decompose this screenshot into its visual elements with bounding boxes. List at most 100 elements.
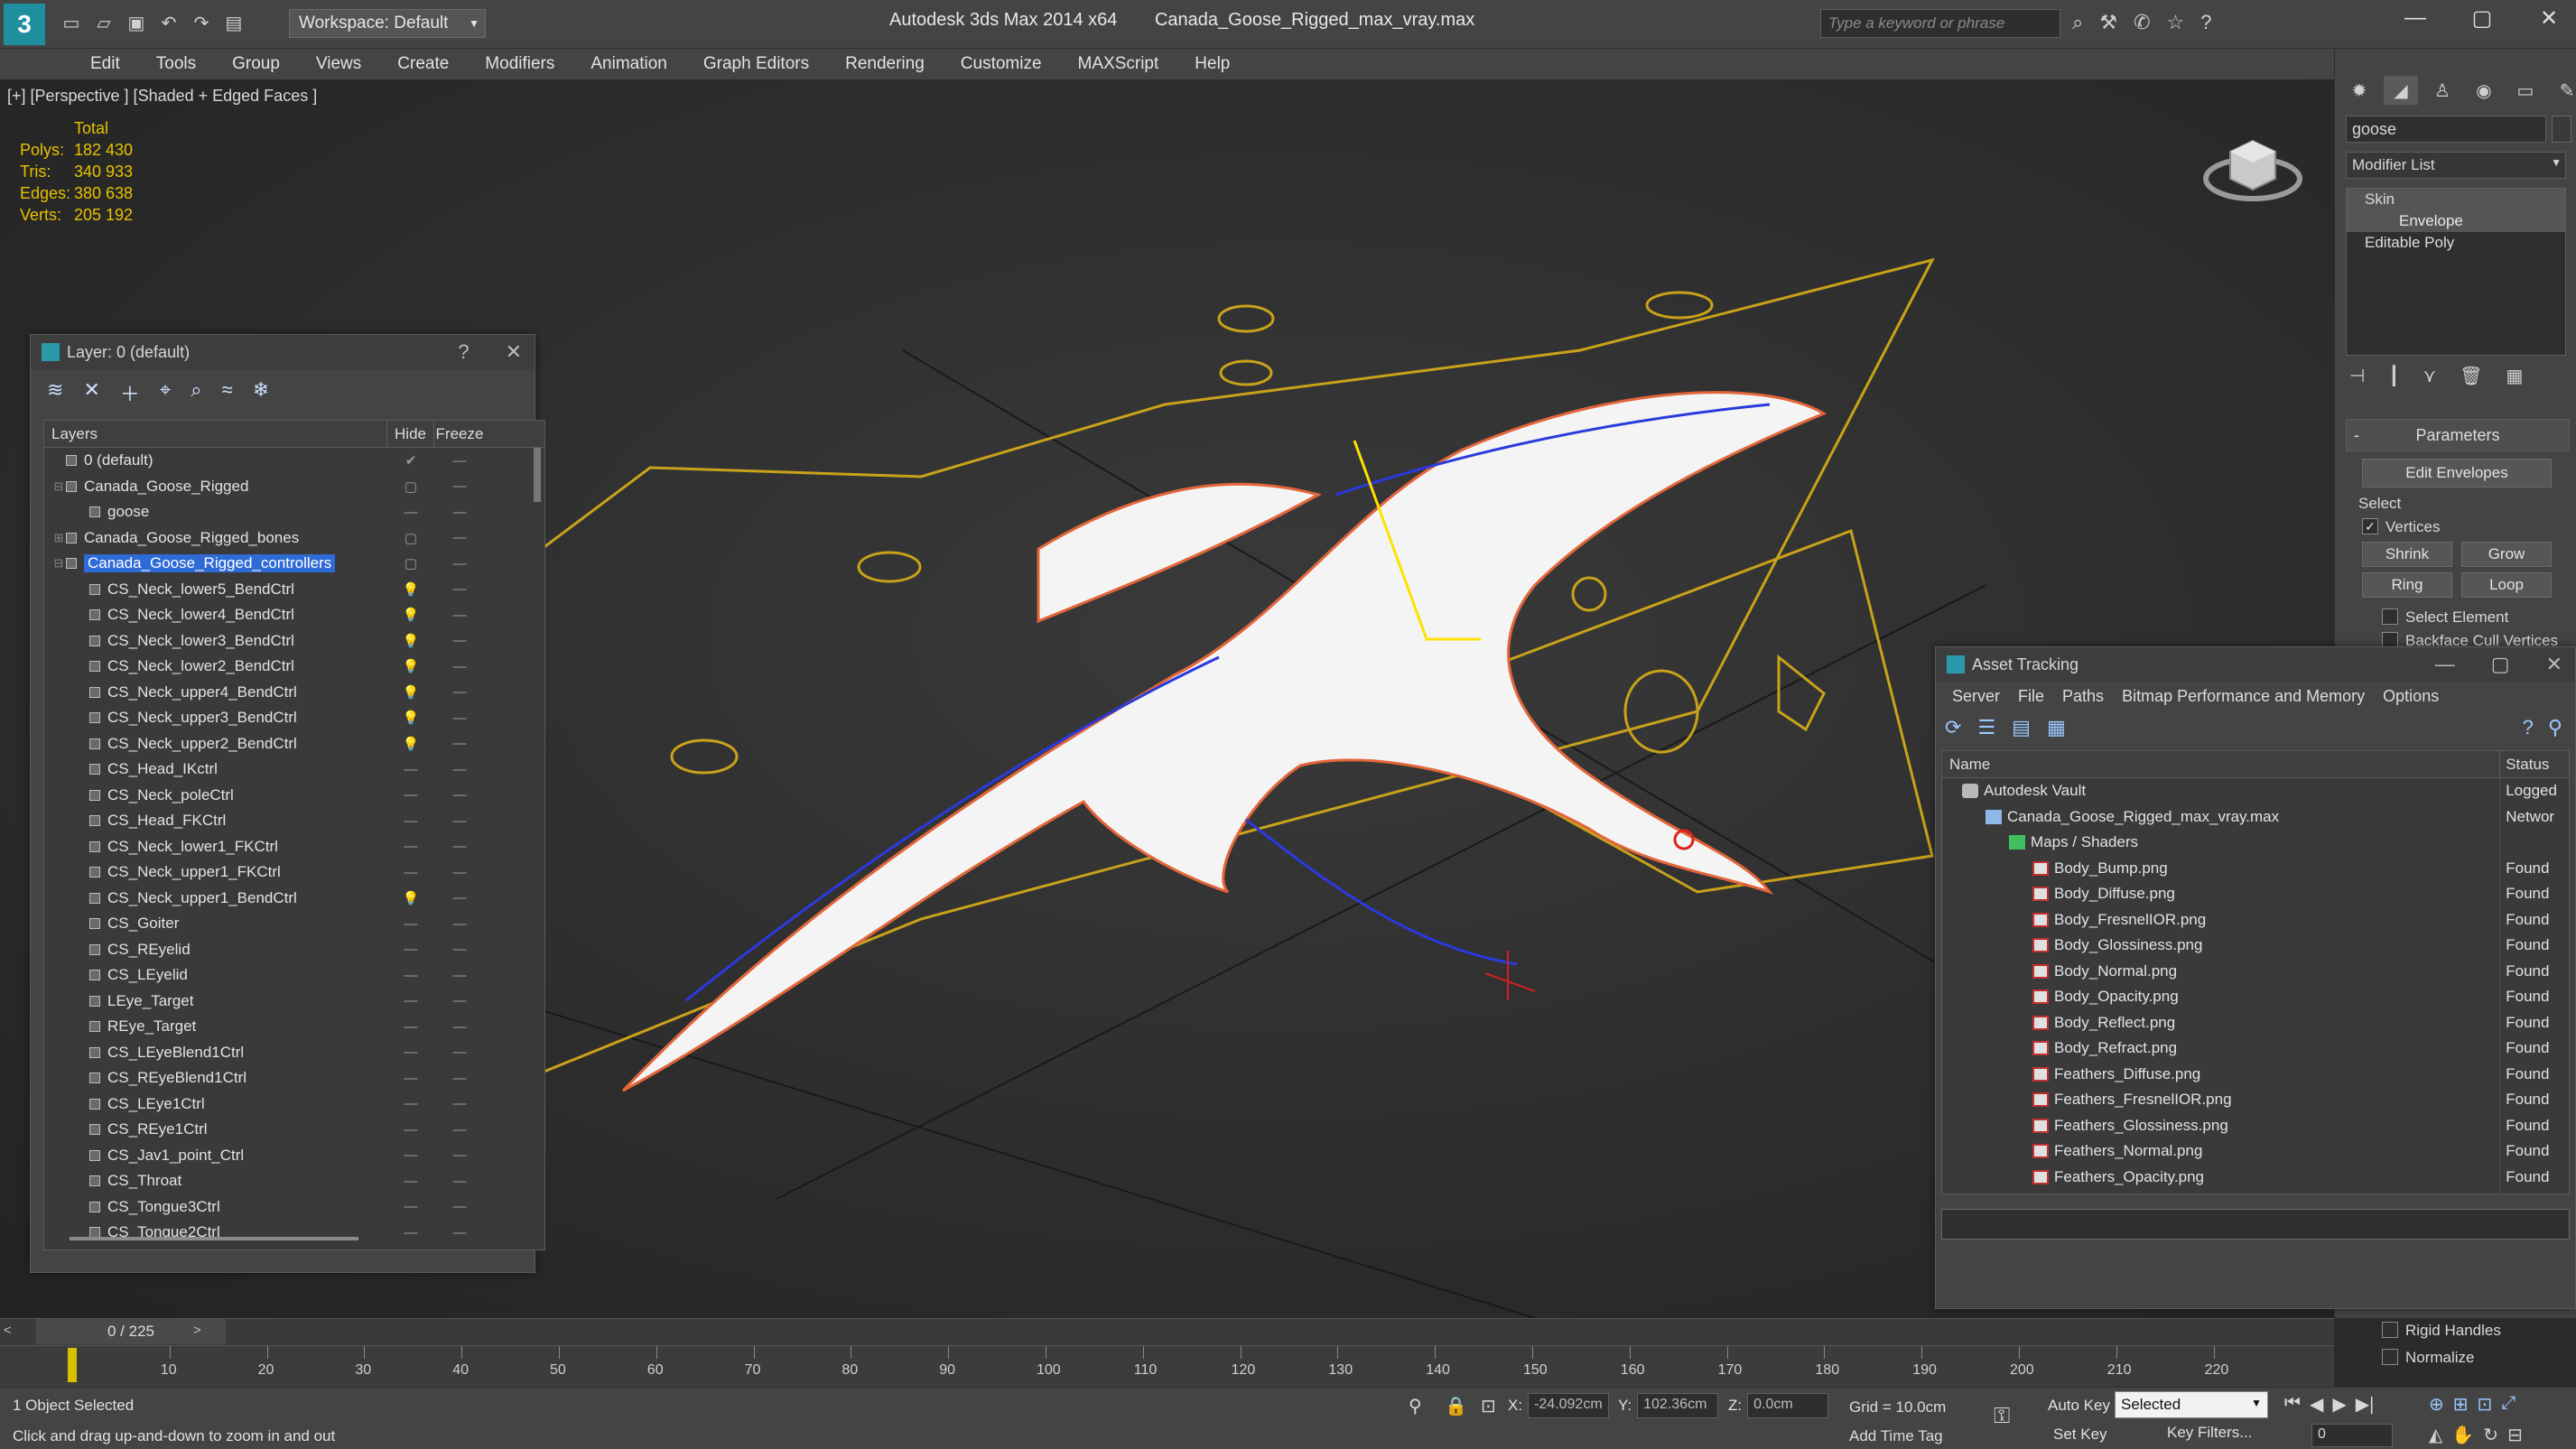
current-frame-marker[interactable] bbox=[68, 1348, 77, 1382]
hide-toggle[interactable]: — bbox=[387, 813, 434, 829]
show-end-result-icon[interactable]: ┃ bbox=[2388, 365, 2399, 387]
maximize-icon[interactable]: ▢ bbox=[2491, 653, 2510, 676]
layer-row[interactable]: CS_Head_IKctrl — — bbox=[44, 757, 544, 783]
make-unique-icon[interactable]: ⋎ bbox=[2423, 365, 2436, 387]
play-icon[interactable]: ▶ bbox=[2332, 1393, 2346, 1416]
auto-key-button[interactable]: Auto Key bbox=[2048, 1397, 2110, 1415]
menu-animation[interactable]: Animation bbox=[572, 49, 685, 79]
layer-row[interactable]: ⊟ Canada_Goose_Rigged ▢ — bbox=[44, 474, 544, 500]
hide-toggle[interactable]: — bbox=[387, 1147, 434, 1163]
keyword-search-input[interactable]: Type a keyword or phrase bbox=[1820, 9, 2060, 38]
hide-toggle[interactable]: ✔ bbox=[387, 452, 434, 469]
highlight-selected-icon[interactable]: ⌕ bbox=[191, 378, 201, 407]
freeze-toggle[interactable]: — bbox=[434, 1199, 485, 1214]
asset-row[interactable]: Feathers_Glossiness.png Found bbox=[1942, 1112, 2569, 1138]
x-input[interactable]: -24.092cm bbox=[1528, 1393, 1610, 1418]
layer-horizontal-scrollbar[interactable] bbox=[70, 1237, 358, 1240]
minimize-icon[interactable]: — bbox=[2435, 653, 2455, 676]
freeze-toggle[interactable]: — bbox=[434, 581, 485, 597]
hide-all-icon[interactable]: ≈ bbox=[222, 378, 233, 407]
freeze-all-icon[interactable]: ❄ bbox=[253, 378, 269, 407]
select-element-checkbox[interactable] bbox=[2382, 608, 2398, 625]
menu-edit[interactable]: Edit bbox=[72, 49, 138, 79]
favorites-star-icon[interactable]: ☆ bbox=[2167, 11, 2185, 34]
hide-toggle[interactable]: ▢ bbox=[387, 478, 434, 495]
freeze-toggle[interactable]: — bbox=[434, 839, 485, 854]
lock-icon[interactable]: 🔒 bbox=[1445, 1395, 1467, 1417]
layer-row[interactable]: CS_Neck_upper1_FKCtrl — — bbox=[44, 859, 544, 886]
undo-icon[interactable]: ↶ bbox=[155, 9, 182, 36]
layer-row[interactable]: CS_Tongue2Ctrl — — bbox=[44, 1220, 544, 1246]
parameters-rollout[interactable]: - Parameters bbox=[2346, 419, 2570, 451]
freeze-toggle[interactable]: — bbox=[434, 478, 485, 494]
freeze-toggle[interactable]: — bbox=[434, 608, 485, 623]
hide-toggle[interactable]: — bbox=[387, 505, 434, 520]
freeze-toggle[interactable]: — bbox=[434, 556, 485, 571]
freeze-toggle[interactable]: — bbox=[434, 1147, 485, 1163]
menu-help[interactable]: Help bbox=[1176, 49, 1248, 79]
vertices-checkbox[interactable]: ✓ bbox=[2362, 518, 2378, 534]
project-folder-icon[interactable]: ▤ bbox=[220, 9, 247, 36]
modify-tab-icon[interactable]: ◢ bbox=[2384, 76, 2418, 105]
menu-tools[interactable]: Tools bbox=[138, 49, 214, 79]
layer-row[interactable]: CS_Head_FKCtrl — — bbox=[44, 808, 544, 834]
freeze-toggle[interactable]: — bbox=[434, 968, 485, 983]
layer-row[interactable]: ⊞ Canada_Goose_Rigged_bones ▢ — bbox=[44, 525, 544, 552]
absolute-mode-icon[interactable]: ⊡ bbox=[1481, 1395, 1496, 1417]
layer-row[interactable]: LEye_Target — — bbox=[44, 989, 544, 1015]
layer-row[interactable]: CS_Goiter — — bbox=[44, 911, 544, 937]
layer-row[interactable]: CS_LEyelid — — bbox=[44, 962, 544, 989]
hide-toggle[interactable]: — bbox=[387, 1122, 434, 1138]
menu-create[interactable]: Create bbox=[379, 49, 467, 79]
asset-row[interactable]: Body_Diffuse.png Found bbox=[1942, 881, 2569, 907]
layer-row[interactable]: goose — — bbox=[44, 499, 544, 525]
freeze-toggle[interactable]: — bbox=[434, 1174, 485, 1189]
set-key-button[interactable]: Set Key bbox=[2053, 1426, 2107, 1444]
rigid-handles-checkbox[interactable] bbox=[2382, 1322, 2398, 1338]
freeze-toggle[interactable]: — bbox=[434, 762, 485, 777]
list-view-icon[interactable]: ☰ bbox=[1977, 716, 1995, 741]
hide-toggle[interactable]: — bbox=[387, 1174, 434, 1189]
asset-row[interactable]: Autodesk Vault Logged bbox=[1942, 778, 2569, 804]
y-input[interactable]: 102.36cm bbox=[1637, 1393, 1719, 1418]
pin-icon[interactable]: ⚲ bbox=[2548, 716, 2562, 739]
freeze-toggle[interactable]: — bbox=[434, 684, 485, 700]
track-bar[interactable]: 10 20 30 40 50 60 70 80 90 100 110 120 130 140 150 160 1… bbox=[0, 1345, 2334, 1387]
layer-row[interactable]: CS_Neck_lower2_BendCtrl 💡 — bbox=[44, 654, 544, 680]
layer-row[interactable]: CS_Neck_poleCtrl — — bbox=[44, 783, 544, 809]
layer-row[interactable]: CS_Neck_lower5_BendCtrl 💡 — bbox=[44, 577, 544, 603]
key-filters-button[interactable]: Key Filters... bbox=[2167, 1424, 2252, 1442]
hide-toggle[interactable]: — bbox=[387, 1199, 434, 1214]
layer-dialog-titlebar[interactable]: Layer: 0 (default) ? ✕ bbox=[31, 335, 535, 369]
menu-customize[interactable]: Customize bbox=[943, 49, 1060, 79]
asset-row[interactable]: Body_Normal.png Found bbox=[1942, 958, 2569, 984]
asset-row[interactable]: Feathers_Normal.png Found bbox=[1942, 1138, 2569, 1165]
asset-menu-bitmap[interactable]: Bitmap Performance and Memory bbox=[2113, 682, 2374, 711]
freeze-toggle[interactable]: — bbox=[434, 1071, 485, 1086]
freeze-toggle[interactable]: — bbox=[434, 736, 485, 751]
layer-row[interactable]: CS_REyelid — — bbox=[44, 937, 544, 963]
new-file-icon[interactable]: ▭ bbox=[58, 9, 85, 36]
asset-row[interactable]: Body_Opacity.png Found bbox=[1942, 984, 2569, 1010]
key-icon[interactable]: ⚿ bbox=[1994, 1404, 2010, 1429]
chevron-right-icon[interactable]: > bbox=[193, 1323, 201, 1338]
layer-row[interactable]: CS_REye1Ctrl — — bbox=[44, 1117, 544, 1143]
hide-toggle[interactable]: 💡 bbox=[387, 633, 434, 649]
layer-row[interactable]: CS_Neck_lower1_FKCtrl — — bbox=[44, 834, 544, 860]
asset-row[interactable]: Feathers_Opacity.png Found bbox=[1942, 1164, 2569, 1190]
hide-column-header[interactable]: Hide bbox=[387, 421, 434, 447]
hide-toggle[interactable]: ▢ bbox=[387, 555, 434, 571]
hide-toggle[interactable]: — bbox=[387, 762, 434, 777]
hide-toggle[interactable]: — bbox=[387, 968, 434, 983]
ring-button[interactable]: Ring bbox=[2362, 572, 2452, 598]
subscription-icon[interactable]: ⚒ bbox=[2099, 11, 2117, 34]
menu-graph-editors[interactable]: Graph Editors bbox=[685, 49, 827, 79]
select-objects-icon[interactable]: ⌖ bbox=[160, 378, 171, 407]
freeze-toggle[interactable]: — bbox=[434, 633, 485, 648]
utilities-tab-icon[interactable]: ✎ bbox=[2550, 76, 2576, 105]
hide-toggle[interactable]: 💡 bbox=[387, 684, 434, 701]
hide-toggle[interactable]: 💡 bbox=[387, 736, 434, 752]
time-slider[interactable]: < 0 / 225 > bbox=[0, 1318, 2334, 1345]
loop-button[interactable]: Loop bbox=[2461, 572, 2552, 598]
close-icon[interactable]: ✕ bbox=[2531, 5, 2567, 32]
